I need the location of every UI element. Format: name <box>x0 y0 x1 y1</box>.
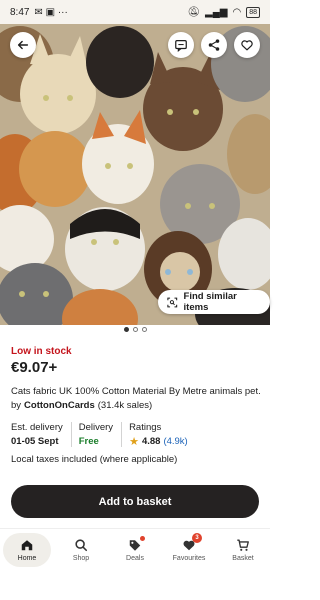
nav-item-favourites[interactable]: 3 Favourites <box>165 532 213 567</box>
seller-link[interactable]: CottonOnCards <box>24 400 95 411</box>
battery-icon: 88 <box>246 6 260 18</box>
share-icon <box>208 39 220 51</box>
delivery-cost: Delivery Free <box>70 422 114 447</box>
cart-icon <box>237 539 249 551</box>
product-title[interactable]: Cats fabric UK 100% Cotton Material By M… <box>11 386 261 397</box>
carousel-dot[interactable] <box>123 327 129 332</box>
taxes-note: Local taxes included (where applicable) <box>11 454 178 465</box>
est-delivery: Est. delivery 01-05 Sept <box>11 422 63 447</box>
delivery-rating-row: Est. delivery 01-05 Sept Delivery Free R… <box>11 422 188 447</box>
wifi-icon: ◠ <box>232 6 242 18</box>
deals-notification-dot <box>140 535 145 541</box>
arrow-left-icon <box>17 40 29 50</box>
nav-label: Home <box>17 554 37 562</box>
find-similar-label: Find similar items <box>183 291 237 313</box>
carousel-dot[interactable] <box>132 327 138 332</box>
delivery-free: Free <box>78 436 99 447</box>
back-button[interactable] <box>10 32 36 58</box>
status-time: 8:47 <box>10 6 30 18</box>
search-icon <box>75 538 88 551</box>
rating-value: 4.88 <box>141 436 161 447</box>
favourite-button[interactable] <box>234 32 260 58</box>
nav-item-home[interactable]: Home <box>3 532 51 567</box>
nav-label: Deals <box>126 554 144 562</box>
sales-count: (31.4k sales) <box>97 400 153 411</box>
find-similar-button[interactable]: Find similar items <box>158 290 270 314</box>
share-button[interactable] <box>201 32 227 58</box>
ratings-label: Ratings <box>129 422 162 433</box>
by-label: by <box>11 400 22 411</box>
product-price: €9.07+ <box>11 359 58 376</box>
product-image[interactable] <box>0 24 270 325</box>
signal-icon: ▂▄▆ <box>205 6 228 18</box>
home-icon <box>21 539 33 550</box>
bottom-nav: Home Shop Deals 3 Favourites Basket <box>0 528 270 570</box>
carousel-dot[interactable] <box>141 327 147 332</box>
nav-item-deals[interactable]: Deals <box>111 533 159 567</box>
status-bar: 8:47 ✉ ▣ ··· 🔕︎ ▂▄▆ ◠ 88 <box>0 0 270 24</box>
image-search-icon <box>167 297 178 307</box>
nav-item-shop[interactable]: Shop <box>57 533 105 567</box>
favourites-badge: 3 <box>192 532 202 543</box>
notification-icon: ✉ ▣ ··· <box>34 6 68 18</box>
rating-count[interactable]: (4.9k) <box>163 436 187 447</box>
nav-label: Basket <box>232 554 254 562</box>
system-gesture-area <box>0 572 270 600</box>
nav-label: Shop <box>72 554 90 562</box>
carousel-indicator <box>0 327 270 332</box>
ratings[interactable]: Ratings ★ 4.88 (4.9k) <box>121 422 188 447</box>
nav-label: Favourites <box>172 554 206 562</box>
est-delivery-dates: 01-05 Sept <box>11 436 59 447</box>
delivery-label: Delivery <box>78 422 114 433</box>
nav-item-basket[interactable]: Basket <box>219 533 267 567</box>
rating-summary[interactable]: ★ 4.88 (4.9k) <box>129 436 188 447</box>
est-delivery-label: Est. delivery <box>11 422 63 433</box>
add-to-basket-button[interactable]: Add to basket <box>11 485 259 518</box>
message-icon <box>175 40 187 52</box>
seller-info: by CottonOnCards (31.4k sales) <box>11 400 152 411</box>
heart-icon <box>241 40 253 51</box>
mute-icon: 🔕︎ <box>187 6 200 18</box>
stock-status: Low in stock <box>11 346 72 357</box>
star-icon: ★ <box>129 435 139 448</box>
cats-fabric-illustration <box>0 24 270 325</box>
feedback-button[interactable] <box>168 32 194 58</box>
